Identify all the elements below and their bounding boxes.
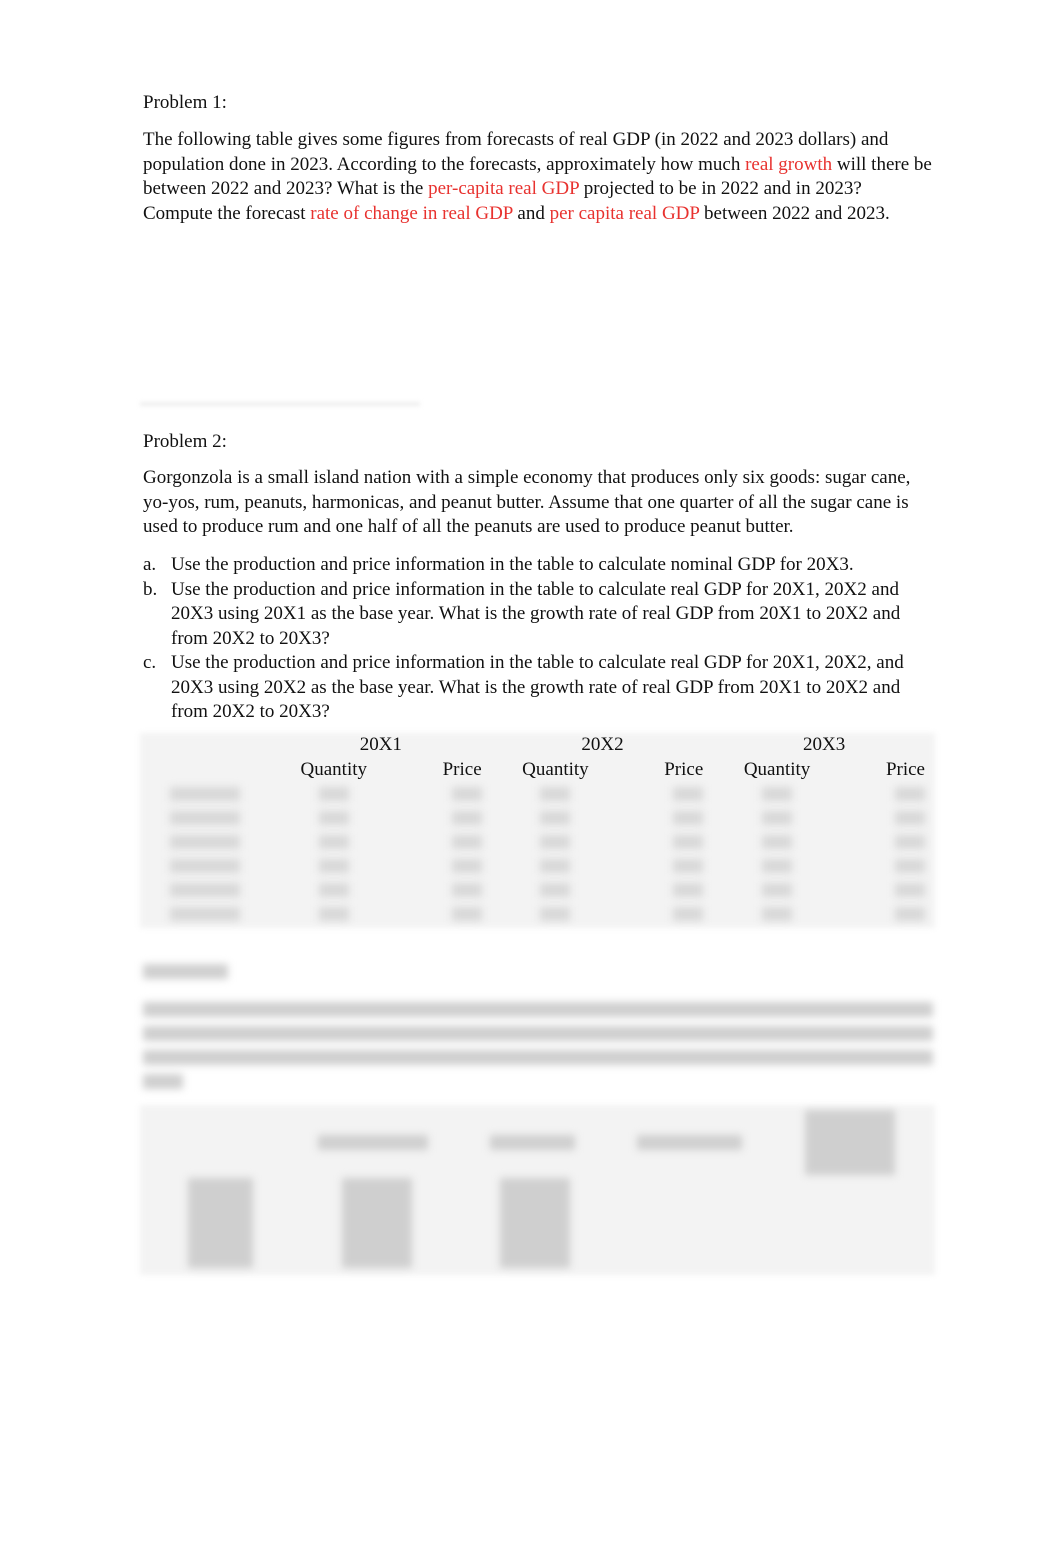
blurred-cell [540, 859, 571, 873]
blurred-cell [318, 787, 349, 801]
blurred-cell [762, 907, 793, 921]
blurred-cell [895, 811, 925, 825]
problem1-text: The following table gives some figures f… [143, 128, 933, 226]
blurred-row [140, 902, 935, 926]
blurred-row [140, 854, 935, 878]
text-segment: between 2022 and 2023. [699, 202, 890, 224]
question-text: Use the production and price information… [171, 578, 901, 649]
blurred-cell [762, 811, 793, 825]
question-text: Use the production and price information… [171, 554, 854, 575]
problem2-intro: Gorgonzola is a small island nation with… [143, 467, 911, 537]
blurred-cell [540, 883, 571, 897]
blurred-cell [451, 859, 482, 873]
blurred-cell [318, 811, 349, 825]
blurred-cell [170, 811, 240, 825]
divider [140, 402, 420, 406]
blurred-cell [673, 883, 704, 897]
question-b: b. Use the production and price informati… [143, 578, 933, 652]
blurred-cell [673, 835, 704, 849]
highlighted-term: real growth [745, 153, 833, 175]
blurred-cell [673, 907, 704, 921]
document-page: Problem 1: The following table gives som… [0, 0, 1062, 1561]
question-a: a. Use the production and price informati… [143, 553, 933, 578]
blurred-cell [762, 883, 793, 897]
quantity-header: Quantity [743, 758, 811, 780]
highlighted-term: rate of change in real GDP [310, 202, 513, 224]
blurred-cell [762, 859, 793, 873]
blurred-cell [673, 787, 704, 801]
blurred-cell [895, 835, 925, 849]
blurred-row [140, 878, 935, 902]
highlighted-term: per capita real GDP [549, 202, 700, 224]
marker: a. [143, 554, 157, 575]
blurred-cell [895, 787, 925, 801]
marker: b. [143, 578, 158, 600]
problem1-heading: Problem 1: [143, 92, 227, 113]
price-header: Price [885, 758, 925, 780]
blurred-cell [451, 811, 482, 825]
blurred-cell [318, 859, 349, 873]
year-header: 20X3 [803, 734, 846, 755]
highlighted-term: per-capita real GDP [428, 178, 579, 199]
blurred-cell [170, 907, 240, 921]
text-segment: and [512, 202, 550, 224]
blurred-cell [540, 787, 571, 801]
quantity-header: Quantity [300, 758, 368, 780]
blurred-cell [170, 859, 240, 873]
blurred-cell [451, 907, 482, 921]
blurred-cell [318, 883, 349, 897]
quantity-header: Quantity [522, 758, 589, 780]
blurred-cell [673, 859, 704, 873]
blurred-row [140, 806, 935, 830]
blurred-cell [895, 907, 925, 921]
marker: c. [143, 652, 157, 673]
price-header: Price [664, 758, 704, 780]
problem2-questions: a. Use the production and price informati… [143, 553, 933, 725]
question-text: Use the production and price information… [171, 652, 904, 722]
blurred-cell [170, 835, 240, 849]
blurred-cell [762, 835, 793, 849]
blurred-cell [673, 811, 704, 825]
blurred-cell [318, 835, 349, 849]
blurred-cell [451, 835, 482, 849]
blurred-cell [318, 907, 349, 921]
blurred-cell [170, 883, 240, 897]
blurred-row [140, 782, 935, 806]
blurred-cell [895, 859, 925, 873]
blurred-row [140, 830, 935, 854]
blurred-cell [762, 787, 793, 801]
blurred-cell [895, 883, 925, 897]
blurred-cell [540, 811, 571, 825]
blurred-cell [451, 883, 482, 897]
year-header: 20X1 [359, 734, 402, 755]
blurred-cell [451, 787, 482, 801]
blurred-cell [540, 907, 571, 921]
blurred-cell [170, 787, 240, 801]
year-header: 20X2 [581, 734, 624, 755]
question-c: c. Use the production and price informati… [143, 651, 933, 725]
production-price-table: 20X1 20X2 20X3 Quantity Price Quantity P… [140, 733, 935, 926]
blurred-cell [540, 835, 571, 849]
problem2-heading: Problem 2: [143, 431, 227, 452]
price-header: Price [442, 758, 482, 780]
